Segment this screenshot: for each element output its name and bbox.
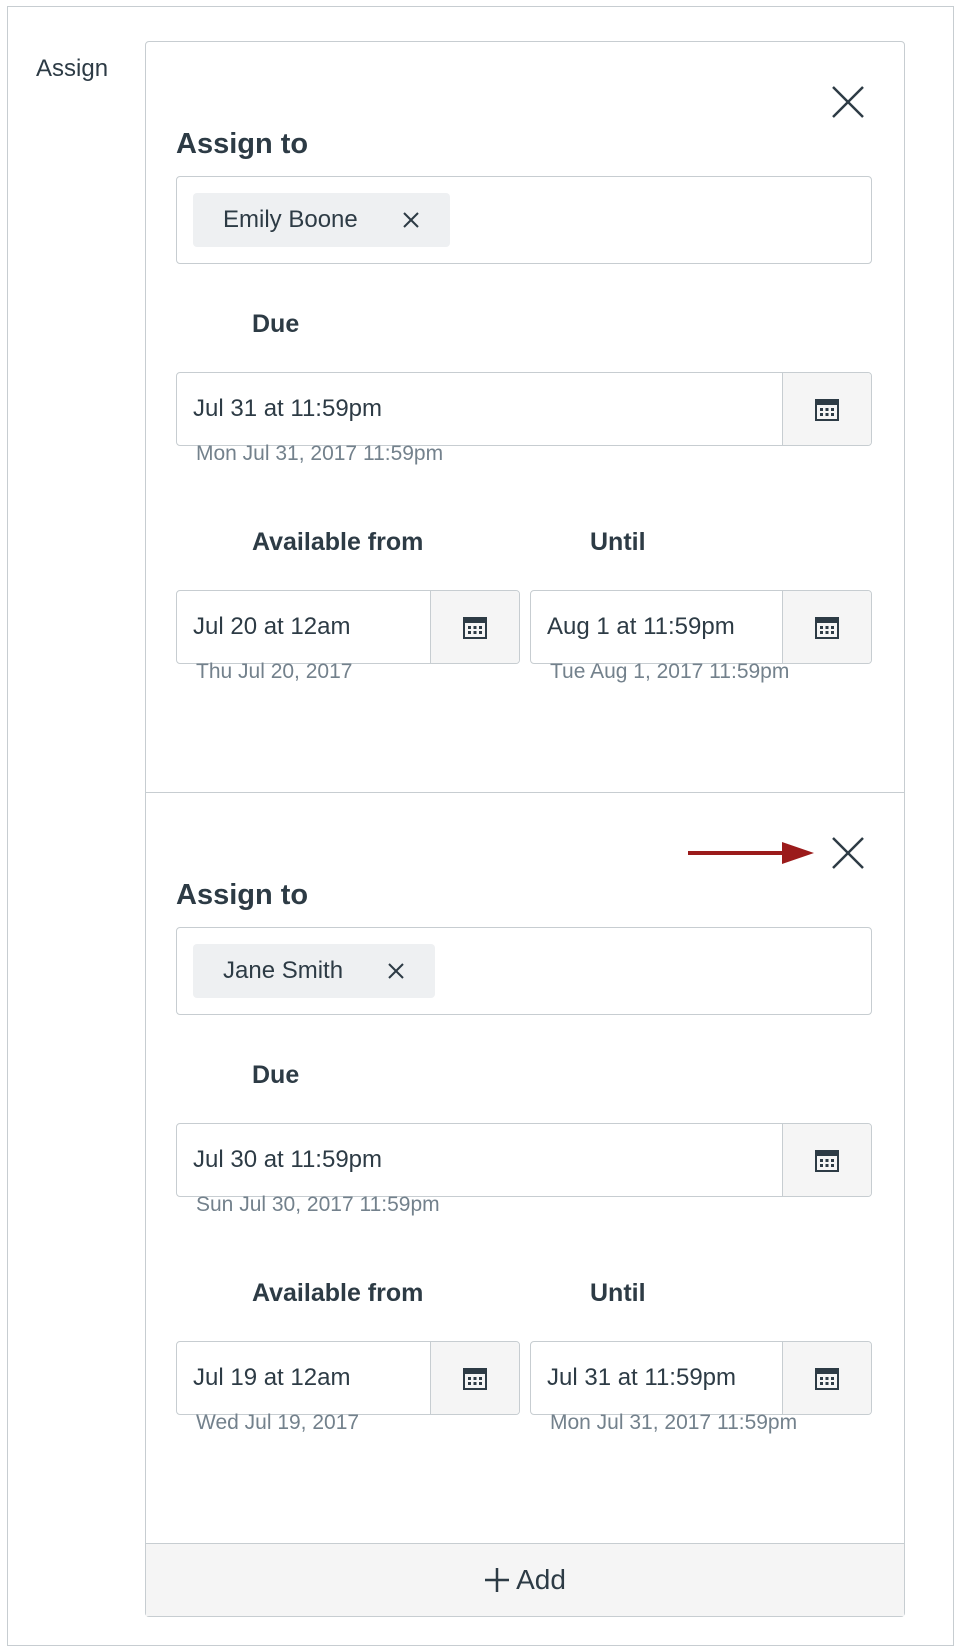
available-from-label: Available from <box>252 1279 424 1307</box>
calendar-icon <box>463 1368 487 1390</box>
close-icon[interactable] <box>387 962 405 980</box>
due-date-field[interactable]: Jul 30 at 11:59pm <box>176 1123 872 1197</box>
assign-to-heading: Assign to <box>176 128 309 160</box>
remove-assignment-button[interactable] <box>830 84 866 120</box>
assignment-card: Assign to Jane Smith Due Jul 30 at 11:59… <box>146 792 904 1543</box>
assignee-token: Jane Smith <box>193 944 436 998</box>
available-from-hint: Thu Jul 20, 2017 <box>196 660 353 683</box>
available-from-calendar-button[interactable] <box>430 591 519 663</box>
until-calendar-button[interactable] <box>782 591 871 663</box>
available-from-field[interactable]: Jul 20 at 12am <box>176 590 520 664</box>
assignee-name: Emily Boone <box>223 206 358 233</box>
until-input[interactable]: Aug 1 at 11:59pm <box>531 591 782 663</box>
remove-assignment-button[interactable] <box>830 835 866 871</box>
available-from-label: Available from <box>252 528 424 556</box>
due-date-hint: Sun Jul 30, 2017 11:59pm <box>196 1193 440 1216</box>
until-hint: Tue Aug 1, 2017 11:59pm <box>550 660 790 683</box>
until-label: Until <box>590 1279 646 1307</box>
due-date-field[interactable]: Jul 31 at 11:59pm <box>176 372 872 446</box>
add-label: Add <box>516 1564 566 1595</box>
available-from-calendar-button[interactable] <box>430 1342 519 1414</box>
arrow-right-icon <box>688 842 814 864</box>
due-date-input[interactable]: Jul 30 at 11:59pm <box>177 1124 782 1196</box>
due-date-input[interactable]: Jul 31 at 11:59pm <box>177 373 782 445</box>
calendar-icon <box>463 617 487 639</box>
assignment-card: Assign to Emily Boone Due Jul 31 at 11:5… <box>146 42 904 792</box>
assign-to-input[interactable]: Emily Boone <box>176 176 872 264</box>
available-from-input[interactable]: Jul 19 at 12am <box>177 1342 430 1414</box>
close-icon <box>832 837 864 869</box>
calendar-icon <box>815 1368 839 1390</box>
close-icon <box>832 86 864 118</box>
due-calendar-button[interactable] <box>782 373 871 445</box>
due-label: Due <box>252 310 300 338</box>
until-hint: Mon Jul 31, 2017 11:59pm <box>550 1411 798 1434</box>
until-label: Until <box>590 528 646 556</box>
available-from-input[interactable]: Jul 20 at 12am <box>177 591 430 663</box>
assign-section-label: Assign <box>36 55 109 82</box>
due-label: Due <box>252 1061 300 1089</box>
until-field[interactable]: Aug 1 at 11:59pm <box>530 590 872 664</box>
assignee-token: Emily Boone <box>193 193 450 247</box>
close-icon[interactable] <box>402 211 420 229</box>
calendar-icon <box>815 399 839 421</box>
due-calendar-button[interactable] <box>782 1124 871 1196</box>
plus-icon <box>485 1568 510 1592</box>
assignment-panel: Assign to Emily Boone Due Jul 31 at 11:5… <box>145 41 905 1617</box>
calendar-icon <box>815 1150 839 1172</box>
available-from-hint: Wed Jul 19, 2017 <box>196 1411 360 1434</box>
calendar-icon <box>815 617 839 639</box>
assign-to-heading: Assign to <box>176 879 309 911</box>
assignee-name: Jane Smith <box>223 957 344 984</box>
until-calendar-button[interactable] <box>782 1342 871 1414</box>
until-input[interactable]: Jul 31 at 11:59pm <box>531 1342 782 1414</box>
due-date-hint: Mon Jul 31, 2017 11:59pm <box>196 442 444 465</box>
available-from-field[interactable]: Jul 19 at 12am <box>176 1341 520 1415</box>
add-assignment-button[interactable]: Add <box>146 1543 904 1616</box>
until-field[interactable]: Jul 31 at 11:59pm <box>530 1341 872 1415</box>
assign-to-input[interactable]: Jane Smith <box>176 927 872 1015</box>
